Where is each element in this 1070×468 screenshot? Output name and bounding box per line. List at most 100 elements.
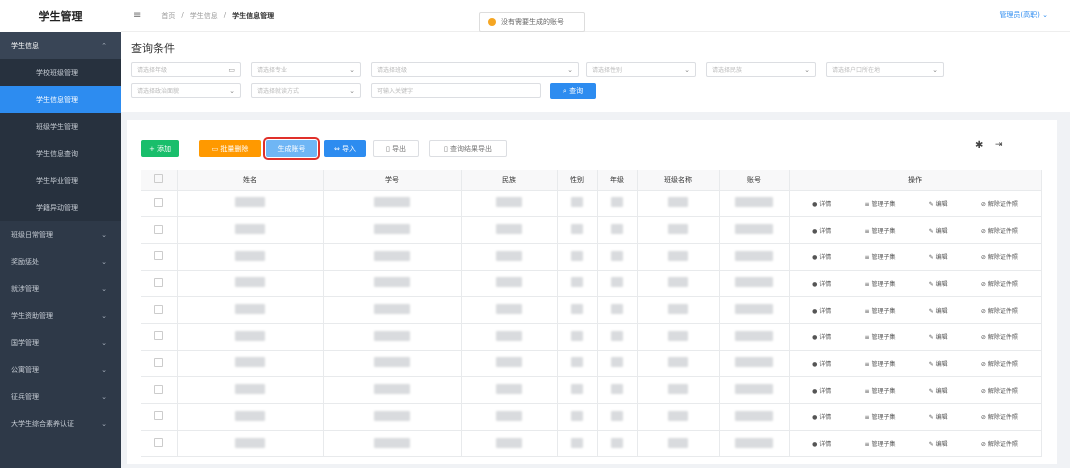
row-action[interactable]: ≡ 管理子集 bbox=[865, 332, 896, 341]
table-row[interactable]: ● 详情 ≡ 管理子集 ✎ 编辑 ⊘ 解除证件照 bbox=[141, 430, 1042, 458]
row-action[interactable]: ⊘ 解除证件照 bbox=[981, 386, 1018, 395]
sidebar-item[interactable]: 征兵管理 ⌄ bbox=[0, 383, 121, 410]
row-checkbox[interactable] bbox=[154, 277, 164, 287]
table-row[interactable]: ● 详情 ≡ 管理子集 ✎ 编辑 ⊘ 解除证件照 bbox=[141, 270, 1042, 298]
sidebar-item[interactable]: 班级学生管理 bbox=[0, 113, 121, 140]
table-row[interactable]: ● 详情 ≡ 管理子集 ✎ 编辑 ⊘ 解除证件照 bbox=[141, 243, 1042, 271]
row-action[interactable]: ✎ 编辑 bbox=[929, 199, 948, 208]
table-row[interactable]: ● 详情 ≡ 管理子集 ✎ 编辑 ⊘ 解除证件照 bbox=[141, 376, 1042, 404]
menu-toggle-icon[interactable]: ≡ bbox=[133, 10, 141, 21]
grade-select[interactable]: 请选择年级 ▭ bbox=[131, 62, 241, 77]
row-action[interactable]: ● 详情 bbox=[812, 412, 831, 421]
add-button[interactable]: + 添加 bbox=[141, 140, 179, 157]
row-action[interactable]: ● 详情 bbox=[812, 252, 831, 261]
sidebar-item[interactable]: 学生信息 ⌃ bbox=[0, 32, 121, 59]
batch-delete-button[interactable]: ▭ 批量删除 bbox=[199, 140, 261, 157]
ethnicity-select[interactable]: 请选择民族 ⌄ bbox=[706, 62, 816, 77]
gear-icon[interactable]: ✱ bbox=[975, 140, 983, 151]
row-checkbox[interactable] bbox=[154, 438, 164, 448]
row-action[interactable]: ≡ 管理子集 bbox=[865, 412, 896, 421]
row-action[interactable]: ● 详情 bbox=[812, 439, 831, 448]
table-row[interactable]: ● 详情 ≡ 管理子集 ✎ 编辑 ⊘ 解除证件照 bbox=[141, 190, 1042, 218]
table-row[interactable]: ● 详情 ≡ 管理子集 ✎ 编辑 ⊘ 解除证件照 bbox=[141, 350, 1042, 378]
row-checkbox[interactable] bbox=[154, 197, 164, 207]
row-action[interactable]: ✎ 编辑 bbox=[929, 386, 948, 395]
row-action[interactable]: ⊘ 解除证件照 bbox=[981, 252, 1018, 261]
gender-select[interactable]: 请选择性别 ⌄ bbox=[586, 62, 696, 77]
row-action[interactable]: ≡ 管理子集 bbox=[865, 306, 896, 315]
row-action[interactable]: ● 详情 bbox=[812, 199, 831, 208]
row-checkbox[interactable] bbox=[154, 331, 164, 341]
sidebar-item[interactable]: 学生资助管理 ⌄ bbox=[0, 302, 121, 329]
row-action[interactable]: ● 详情 bbox=[812, 306, 831, 315]
sidebar-item[interactable]: 学生毕业管理 bbox=[0, 167, 121, 194]
redacted-value bbox=[668, 384, 688, 395]
political-select[interactable]: 请选择政治面貌 ⌄ bbox=[131, 83, 241, 98]
sidebar-item[interactable]: 就涉管理 ⌄ bbox=[0, 275, 121, 302]
sidebar-item[interactable]: 学籍异动管理 bbox=[0, 194, 121, 221]
row-action[interactable]: ≡ 管理子集 bbox=[865, 439, 896, 448]
sidebar-item[interactable]: 学校班级管理 bbox=[0, 59, 121, 86]
table-row[interactable]: ● 详情 ≡ 管理子集 ✎ 编辑 ⊘ 解除证件照 bbox=[141, 216, 1042, 244]
row-action[interactable]: ● 详情 bbox=[812, 226, 831, 235]
row-action[interactable]: ≡ 管理子集 bbox=[865, 386, 896, 395]
table-row[interactable]: ● 详情 ≡ 管理子集 ✎ 编辑 ⊘ 解除证件照 bbox=[141, 296, 1042, 324]
row-action[interactable]: ✎ 编辑 bbox=[929, 332, 948, 341]
row-action[interactable]: ● 详情 bbox=[812, 359, 831, 368]
user-menu[interactable]: 管理员(高职) ⌄ bbox=[999, 10, 1048, 20]
breadcrumb-home[interactable]: 首页 bbox=[161, 11, 175, 21]
search-button[interactable]: ⌕ 查询 bbox=[550, 83, 596, 99]
generate-account-button[interactable]: 生成账号 bbox=[263, 137, 320, 160]
export-button[interactable]: ▯ 导出 bbox=[373, 140, 419, 157]
class-select[interactable]: 请选择班级 ⌄ bbox=[371, 62, 579, 77]
row-action[interactable]: ✎ 编辑 bbox=[929, 412, 948, 421]
breadcrumb-section[interactable]: 学生信息 bbox=[190, 11, 218, 21]
row-action[interactable]: ≡ 管理子集 bbox=[865, 252, 896, 261]
study-mode-select[interactable]: 请选择就读方式 ⌄ bbox=[251, 83, 361, 98]
major-select[interactable]: 请选择专业 ⌄ bbox=[251, 62, 361, 77]
row-action[interactable]: ✎ 编辑 bbox=[929, 252, 948, 261]
row-action[interactable]: ✎ 编辑 bbox=[929, 306, 948, 315]
row-action[interactable]: ≡ 管理子集 bbox=[865, 199, 896, 208]
row-checkbox[interactable] bbox=[154, 224, 164, 234]
row-action[interactable]: ≡ 管理子集 bbox=[865, 359, 896, 368]
row-action[interactable]: ≡ 管理子集 bbox=[865, 279, 896, 288]
row-checkbox[interactable] bbox=[154, 411, 164, 421]
row-action[interactable]: ⊘ 解除证件照 bbox=[981, 226, 1018, 235]
hukou-select[interactable]: 请选择户口所在地 ⌄ bbox=[826, 62, 944, 77]
row-action[interactable]: ✎ 编辑 bbox=[929, 279, 948, 288]
row-action[interactable]: ⊘ 解除证件照 bbox=[981, 412, 1018, 421]
row-checkbox[interactable] bbox=[154, 357, 164, 367]
row-checkbox[interactable] bbox=[154, 304, 164, 314]
row-action[interactable]: ● 详情 bbox=[812, 386, 831, 395]
table-row[interactable]: ● 详情 ≡ 管理子集 ✎ 编辑 ⊘ 解除证件照 bbox=[141, 403, 1042, 431]
row-action[interactable]: ≡ 管理子集 bbox=[865, 226, 896, 235]
row-action[interactable]: ✎ 编辑 bbox=[929, 439, 948, 448]
row-action[interactable]: ● 详情 bbox=[812, 332, 831, 341]
row-action[interactable]: ⊘ 解除证件照 bbox=[981, 359, 1018, 368]
row-action[interactable]: ⊘ 解除证件照 bbox=[981, 332, 1018, 341]
sidebar-item[interactable]: 大学生综合素养认证 ⌄ bbox=[0, 410, 121, 437]
sidebar-item[interactable]: 学生信息查询 bbox=[0, 140, 121, 167]
row-checkbox[interactable] bbox=[154, 384, 164, 394]
row-action[interactable]: ● 详情 bbox=[812, 279, 831, 288]
sidebar-item[interactable]: 班级日常管理 ⌄ bbox=[0, 221, 121, 248]
query-export-button[interactable]: ▯ 查询结果导出 bbox=[429, 140, 507, 157]
row-action[interactable]: ⊘ 解除证件照 bbox=[981, 439, 1018, 448]
select-all-checkbox[interactable] bbox=[154, 174, 164, 184]
keyword-input[interactable]: 可输入关键字 bbox=[371, 83, 541, 98]
table-row[interactable]: ● 详情 ≡ 管理子集 ✎ 编辑 ⊘ 解除证件照 bbox=[141, 323, 1042, 351]
sidebar-item[interactable]: 奖励惩处 ⌄ bbox=[0, 248, 121, 275]
fullscreen-icon[interactable]: ⇥ bbox=[995, 140, 1003, 150]
sidebar-item[interactable]: 公寓管理 ⌄ bbox=[0, 356, 121, 383]
import-button[interactable]: ⇔ 导入 bbox=[324, 140, 366, 157]
row-action[interactable]: ⊘ 解除证件照 bbox=[981, 199, 1018, 208]
row-action[interactable]: ⊘ 解除证件照 bbox=[981, 279, 1018, 288]
row-checkbox[interactable] bbox=[154, 251, 164, 261]
row-action[interactable]: ⊘ 解除证件照 bbox=[981, 306, 1018, 315]
row-action[interactable]: ✎ 编辑 bbox=[929, 226, 948, 235]
sidebar-item[interactable]: 学生信息管理 bbox=[0, 86, 121, 113]
row-action[interactable]: ✎ 编辑 bbox=[929, 359, 948, 368]
sidebar-item[interactable]: 国学管理 ⌄ bbox=[0, 329, 121, 356]
select-all-header[interactable] bbox=[141, 170, 178, 191]
